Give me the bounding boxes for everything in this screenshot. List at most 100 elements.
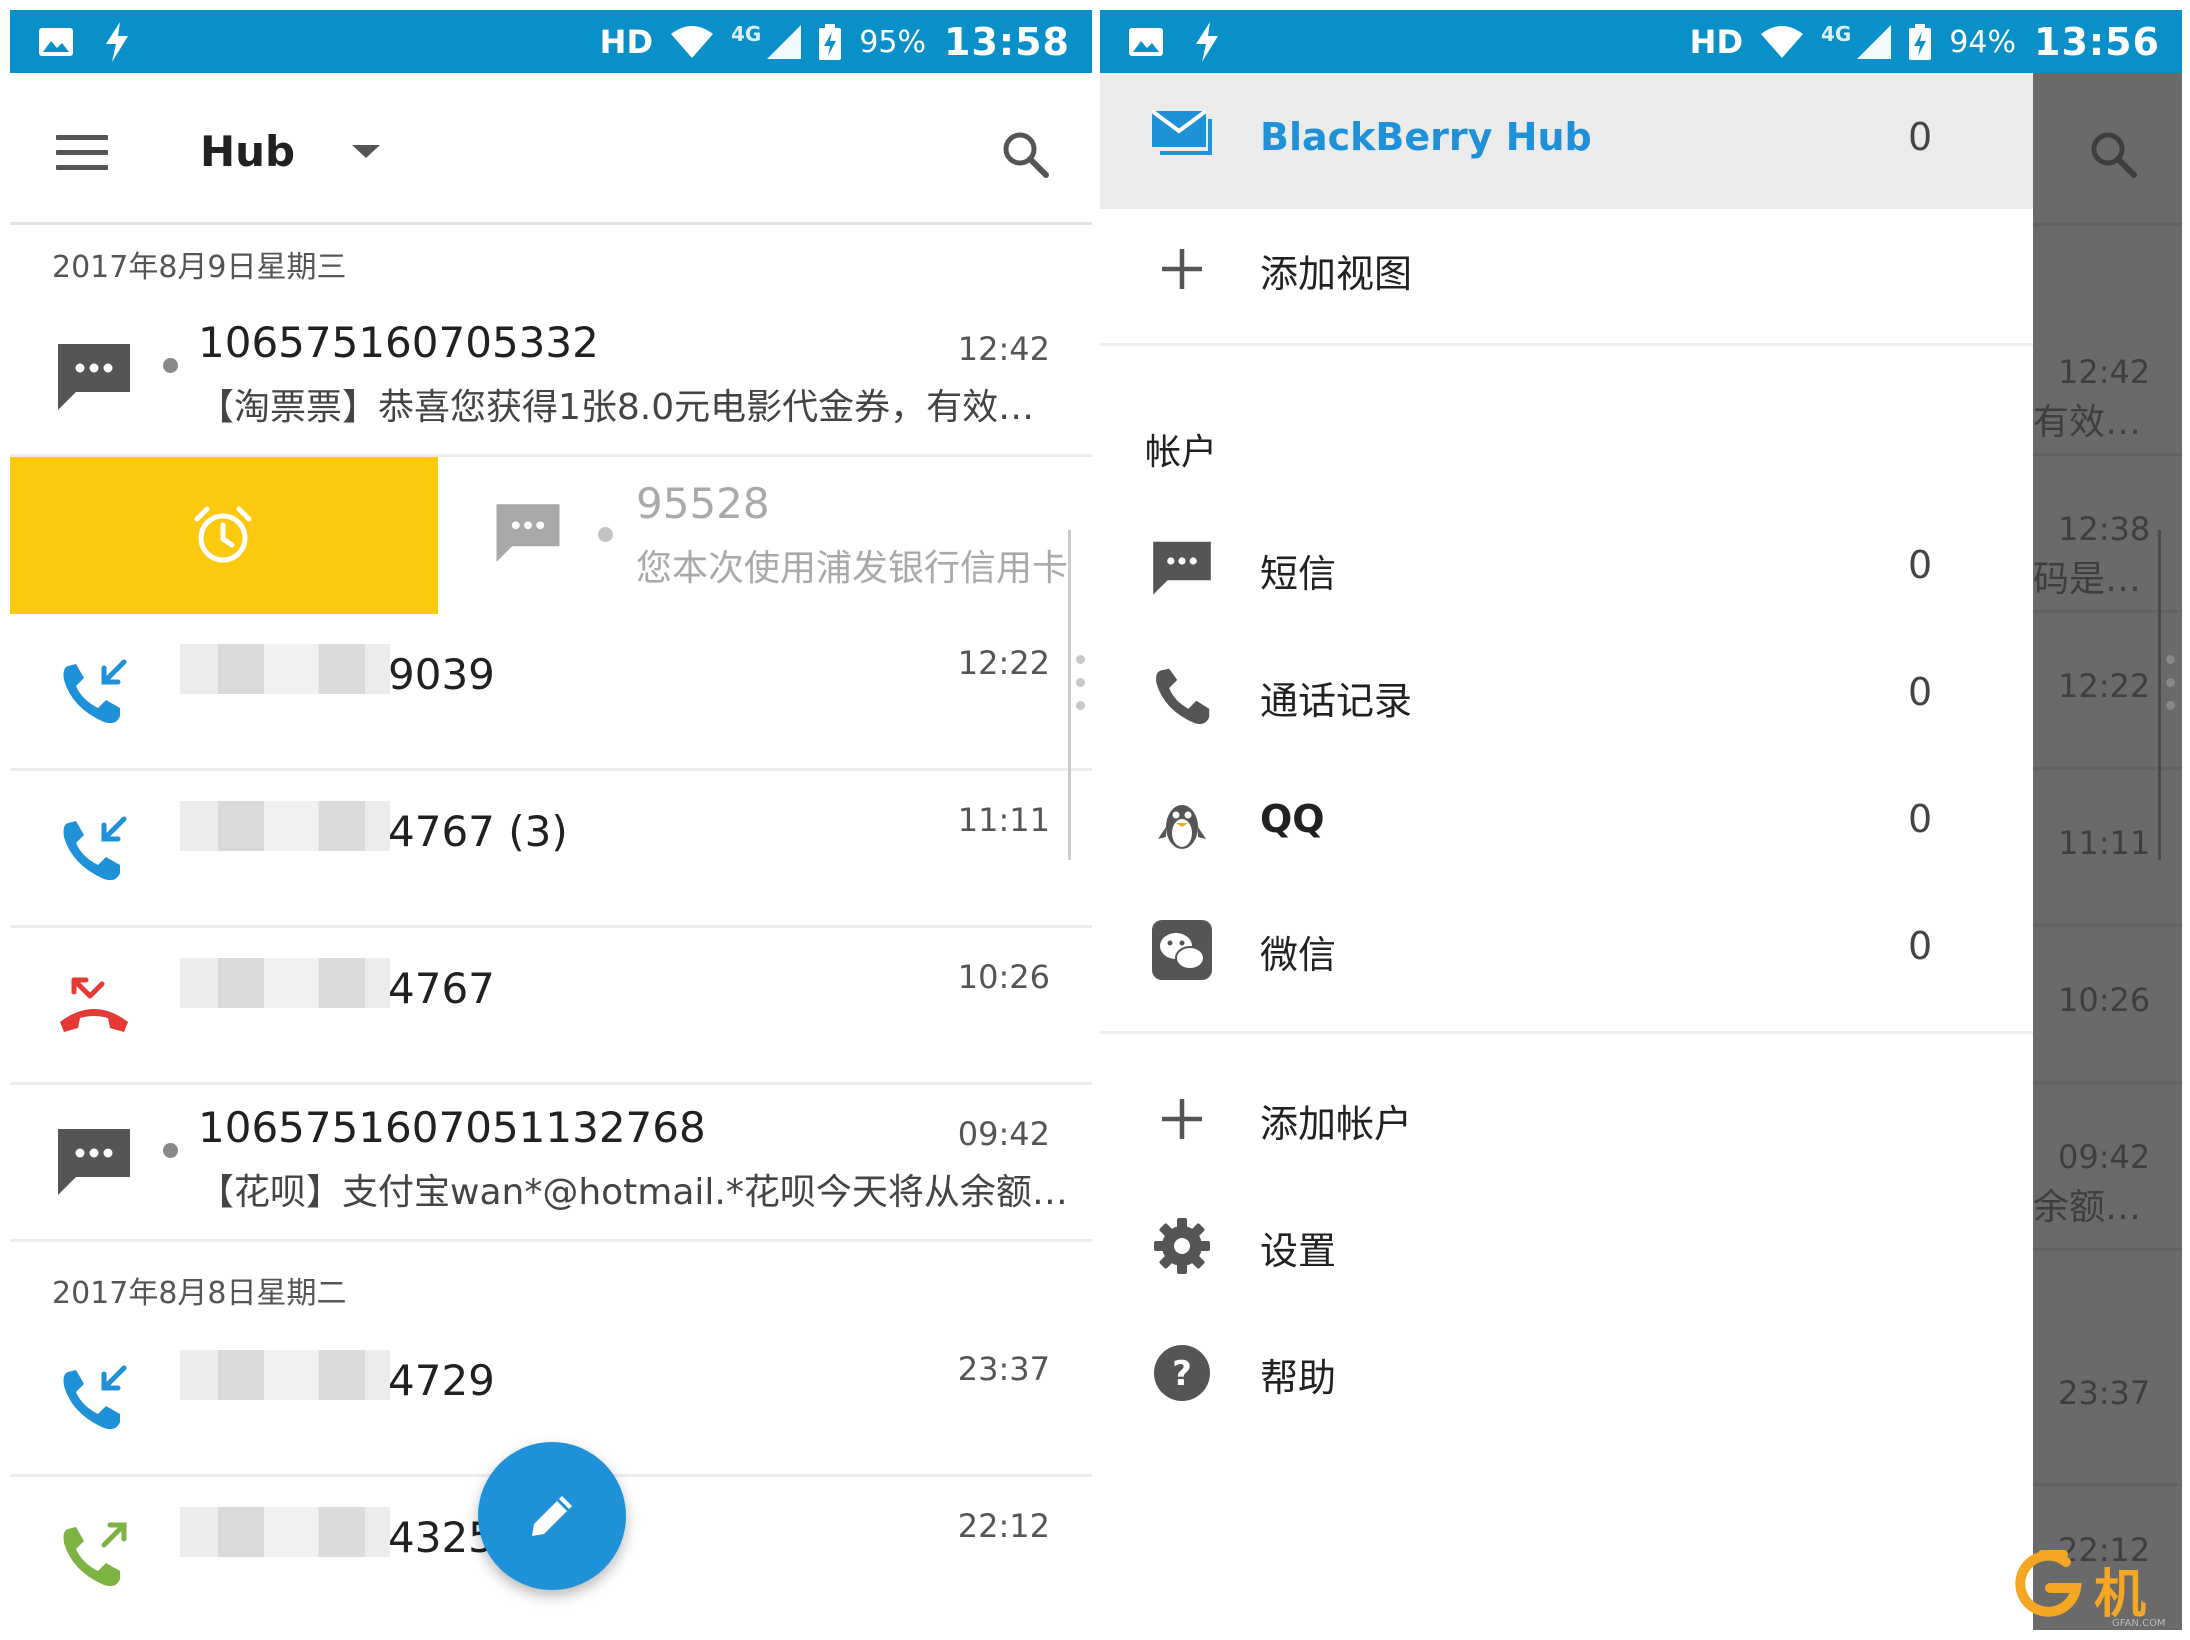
dropdown-caret-icon[interactable] — [352, 145, 380, 158]
edge-dots-icon — [2166, 655, 2176, 724]
divider — [2033, 1483, 2182, 1486]
sms-icon — [58, 344, 130, 410]
divider — [2033, 223, 2182, 226]
edge-dots-icon — [1076, 655, 1086, 724]
signal-icon — [767, 25, 802, 59]
drawer-item-label: 设置 — [1260, 1229, 1337, 1273]
drawer-item-blackberry-hub[interactable]: BlackBerry Hub 0 — [1100, 73, 2033, 209]
drawer-item-label: 短信 — [1260, 552, 1337, 596]
caller: 4729 — [388, 1356, 495, 1405]
battery-percent: 94% — [1949, 24, 2017, 60]
message-row[interactable]: 106575160705332 12:42 【淘票票】恭喜您获得1张8.0元电影… — [10, 300, 1092, 457]
timestamp: 11:11 — [957, 801, 1050, 839]
sms-icon — [496, 504, 560, 562]
sender: 106575160705332 — [198, 318, 599, 367]
missed-call-icon — [60, 977, 128, 1032]
divider — [2033, 1248, 2182, 1251]
status-bar: HD 4G 94% 13:56 — [1100, 10, 2182, 73]
phone-icon — [1156, 668, 1210, 724]
view-selector-title[interactable]: Hub — [200, 127, 295, 176]
battery-charging-icon — [1909, 24, 1932, 60]
clock: 13:58 — [944, 20, 1070, 64]
image-notification-icon — [1129, 28, 1163, 56]
unread-count: 0 — [1908, 924, 1933, 968]
redacted-number — [180, 1350, 390, 1400]
caller: 4767 — [388, 964, 495, 1013]
app-bar: Hub — [10, 73, 1092, 225]
drawer-item-wechat[interactable]: 微信 0 — [1100, 904, 2033, 994]
message-preview: 您本次使用浦发银行信用卡 — [636, 548, 1069, 589]
call-row[interactable]: 4767 (3) 11:11 — [10, 771, 1092, 928]
message-row[interactable]: 1065751607051132768 09:42 【花呗】支付宝wan*@ho… — [10, 1085, 1092, 1242]
battery-percent: 95% — [859, 24, 927, 60]
hub-drawer-screen: HD 4G 94% 13:56 12:42 有效… 12:38 码是… 12:2… — [1100, 10, 2182, 1630]
network-type-label: 4G — [1821, 22, 1852, 46]
search-icon[interactable] — [1000, 129, 1050, 179]
clock: 13:56 — [2034, 20, 2160, 64]
drawer-item-label: QQ — [1260, 797, 1325, 841]
alarm-clock-icon — [194, 506, 252, 563]
sms-icon — [58, 1129, 130, 1195]
navigation-drawer: BlackBerry Hub 0 添加视图 帐户 短信 0 通话记录 0 QQ … — [1100, 73, 2033, 1630]
battery-charging-icon — [819, 24, 842, 60]
help-icon: ? — [1154, 1345, 1210, 1401]
hd-label: HD — [599, 23, 653, 61]
accounts-section-title: 帐户 — [1145, 432, 1218, 473]
drawer-item-qq[interactable]: QQ 0 — [1100, 777, 2033, 867]
sender: 1065751607051132768 — [198, 1103, 706, 1152]
unread-dot — [163, 1143, 178, 1158]
plus-icon — [1162, 249, 1202, 289]
drawer-header-title: BlackBerry Hub — [1260, 115, 1592, 159]
date-header: 2017年8月8日星期二 — [52, 1276, 347, 1311]
redacted-number — [180, 801, 390, 851]
peek-time: 10:26 — [2058, 981, 2151, 1019]
incoming-call-icon — [63, 816, 127, 881]
menu-icon[interactable] — [56, 135, 108, 171]
pencil-icon — [532, 1496, 572, 1536]
drawer-item-help[interactable]: ? 帮助 — [1100, 1327, 2033, 1417]
peek-time: 12:42 — [2058, 353, 2151, 391]
peek-time: 23:37 — [2058, 1374, 2151, 1412]
timestamp: 23:37 — [957, 1350, 1050, 1388]
drawer-item-call-log[interactable]: 通话记录 0 — [1100, 650, 2033, 740]
sender: 95528 — [636, 479, 770, 528]
wechat-icon — [1152, 920, 1212, 980]
drawer-item-add-account[interactable]: 添加帐户 — [1100, 1073, 2033, 1163]
swiped-message-row[interactable]: 95528 您本次使用浦发银行信用卡 — [10, 457, 1092, 614]
timestamp: 10:26 — [957, 958, 1050, 996]
divider — [1100, 343, 2033, 346]
divider — [2033, 1081, 2182, 1084]
timestamp: 12:42 — [957, 330, 1050, 368]
snooze-action[interactable] — [10, 457, 438, 614]
hd-label: HD — [1689, 23, 1743, 61]
incoming-call-icon — [63, 659, 127, 724]
drawer-item-label: 添加视图 — [1260, 252, 1413, 296]
redacted-number — [180, 644, 390, 694]
drawer-item-sms[interactable]: 短信 0 — [1100, 523, 2033, 613]
divider — [1100, 1031, 2033, 1034]
gfan-logo-icon — [2015, 1550, 2082, 1617]
call-row[interactable]: 9039 12:22 — [10, 614, 1092, 771]
drawer-item-settings[interactable]: 设置 — [1100, 1200, 2033, 1290]
gear-icon — [1154, 1218, 1210, 1274]
unread-count: 0 — [1908, 543, 1933, 587]
wifi-icon — [671, 26, 713, 58]
watermark-subtext: GFAN.COM — [2112, 1618, 2166, 1629]
hub-envelope-icon — [1150, 109, 1212, 155]
peek-time: 09:42 — [2058, 1138, 2151, 1176]
site-watermark: 机锋 GFAN.COM — [2010, 1548, 2180, 1629]
call-row[interactable]: 4767 10:26 — [10, 928, 1092, 1085]
message-preview: 【淘票票】恭喜您获得1张8.0元电影代金券，有效… — [198, 387, 1035, 428]
swiped-row-content: 95528 您本次使用浦发银行信用卡 — [438, 457, 1092, 614]
redacted-number — [180, 958, 390, 1008]
incoming-call-icon — [63, 1365, 127, 1430]
caller: 9039 — [388, 650, 495, 699]
hub-screen: HD 4G 95% 13:58 Hub 2017年8月9日星期三 1065751… — [10, 10, 1092, 1630]
drawer-item-add-view[interactable]: 添加视图 — [1100, 223, 2033, 313]
drawer-item-label: 通话记录 — [1260, 679, 1413, 723]
peek-preview: 有效… — [2033, 402, 2142, 443]
svg-text:?: ? — [1172, 1354, 1192, 1394]
image-notification-icon — [39, 28, 73, 56]
drawer-item-label: 微信 — [1260, 933, 1337, 977]
compose-button[interactable] — [478, 1442, 626, 1590]
